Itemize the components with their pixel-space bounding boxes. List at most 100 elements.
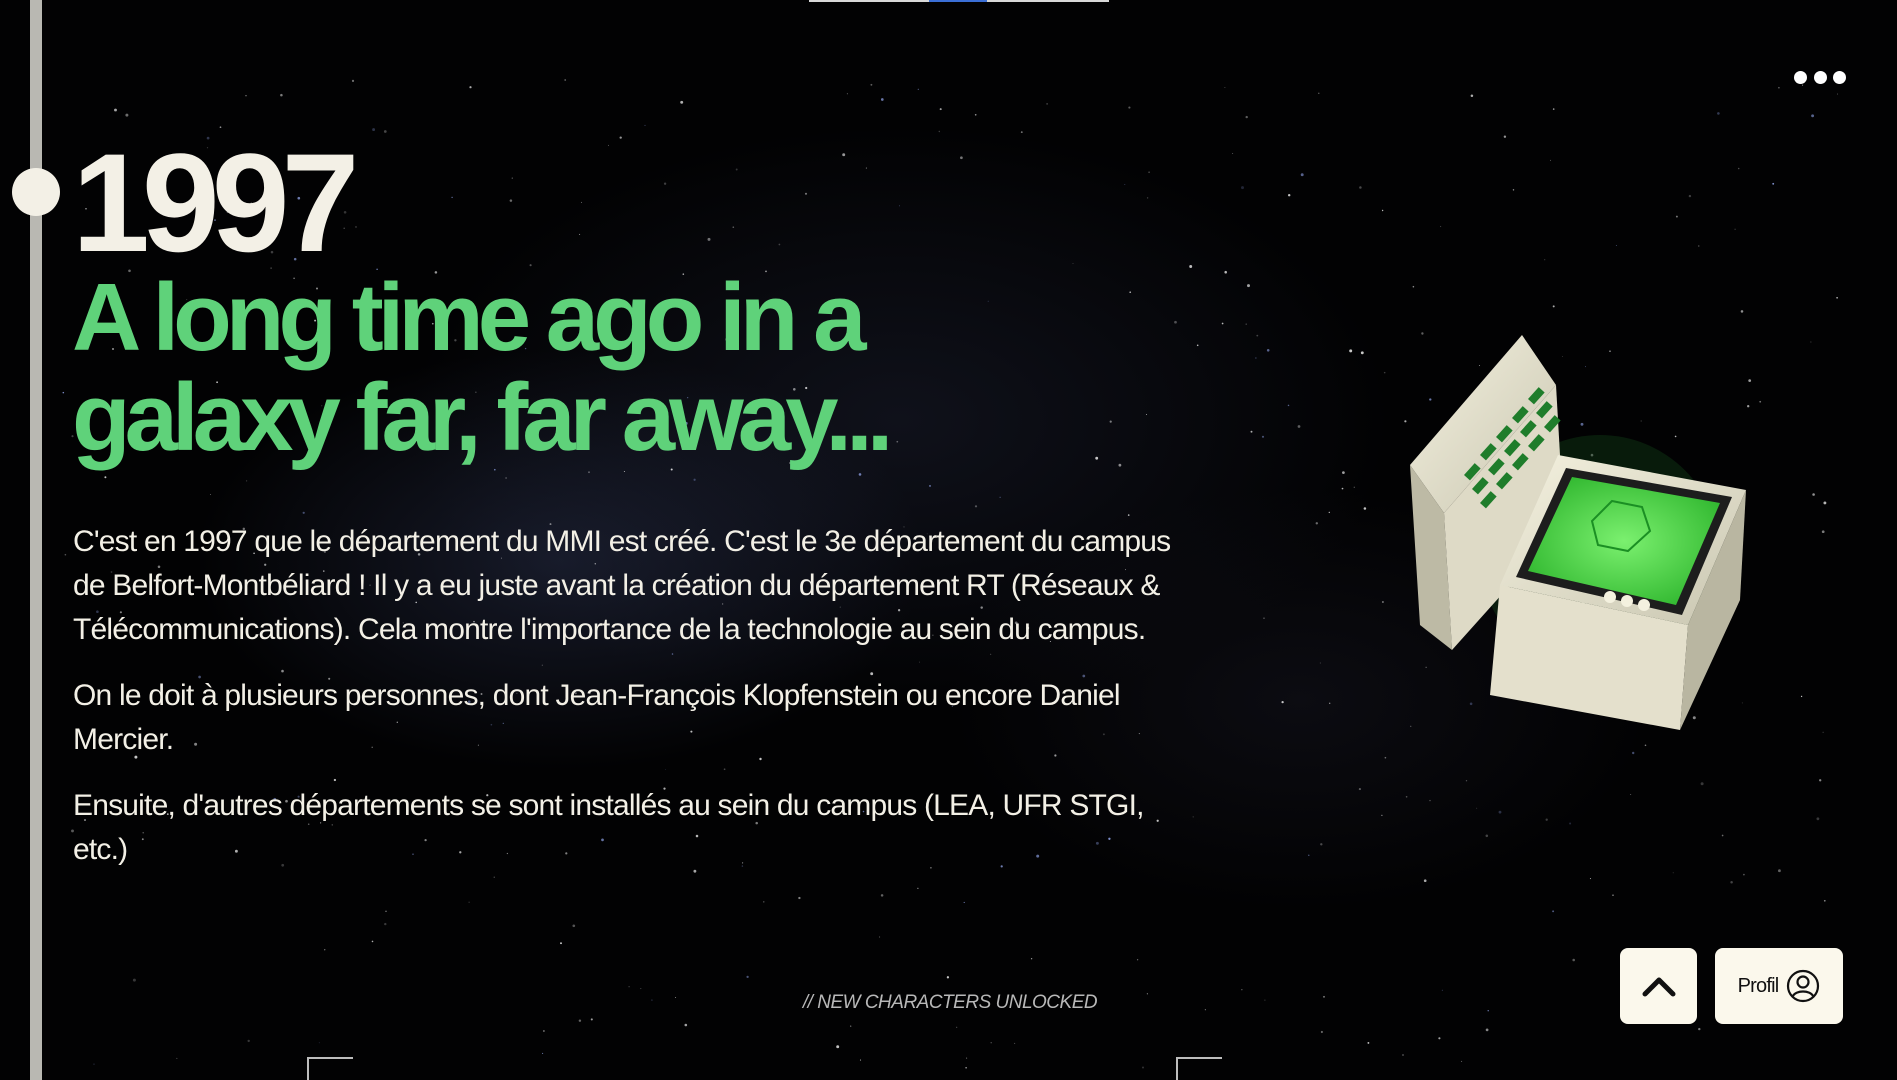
star	[1698, 1027, 1701, 1031]
more-menu-button[interactable]	[1794, 62, 1846, 92]
star	[963, 901, 965, 903]
star	[859, 1059, 862, 1061]
star	[1020, 131, 1023, 134]
star	[707, 237, 711, 241]
star	[798, 896, 801, 900]
star	[1465, 780, 1468, 782]
star	[1440, 225, 1442, 228]
star	[371, 940, 374, 943]
star	[372, 128, 376, 132]
retro-computer-illustration	[1410, 335, 1746, 730]
star	[1476, 807, 1478, 809]
star	[929, 484, 931, 487]
star	[804, 192, 808, 195]
star	[1512, 189, 1515, 191]
star	[385, 910, 387, 913]
star	[1688, 194, 1692, 198]
star	[1485, 834, 1489, 838]
star	[946, 976, 950, 979]
star	[1470, 94, 1474, 97]
star	[974, 505, 978, 508]
star	[628, 986, 630, 988]
star	[1261, 435, 1265, 438]
star	[468, 901, 470, 903]
menu-dot	[1813, 70, 1827, 84]
star	[1836, 296, 1838, 299]
timeline-marker[interactable]	[12, 168, 60, 216]
star	[1281, 700, 1284, 704]
star	[1612, 894, 1614, 897]
profile-button[interactable]: Profil	[1715, 948, 1843, 1024]
year-title: 1997	[72, 124, 359, 281]
star	[351, 79, 355, 82]
star	[1224, 270, 1227, 274]
star	[1255, 357, 1257, 359]
star	[1405, 795, 1408, 798]
star	[1046, 103, 1048, 105]
star	[1423, 879, 1427, 883]
star	[1308, 854, 1310, 856]
star	[1672, 872, 1674, 874]
star	[732, 226, 735, 228]
star	[1363, 507, 1367, 510]
scroll-to-top-button[interactable]	[1620, 948, 1697, 1024]
star	[1544, 259, 1546, 261]
star	[1381, 814, 1383, 817]
star	[850, 1025, 852, 1027]
star	[1264, 999, 1266, 1001]
star	[1287, 404, 1290, 407]
star	[384, 922, 387, 926]
star	[1146, 197, 1149, 199]
star	[1128, 106, 1131, 109]
star	[865, 167, 867, 169]
star	[1287, 193, 1291, 197]
star	[560, 942, 562, 945]
star	[1329, 702, 1331, 704]
star	[210, 493, 211, 495]
star	[1811, 114, 1815, 118]
star	[1569, 822, 1572, 825]
star	[1381, 209, 1384, 212]
star	[858, 473, 862, 476]
star	[879, 936, 881, 938]
star	[511, 177, 513, 179]
star	[1822, 731, 1824, 733]
star	[1072, 262, 1074, 264]
star	[693, 478, 696, 481]
star	[542, 1052, 544, 1054]
star	[1353, 486, 1355, 488]
star	[1192, 816, 1194, 818]
star	[1367, 1041, 1370, 1044]
star	[1800, 695, 1803, 698]
star	[1630, 794, 1632, 796]
star	[1429, 799, 1431, 802]
star	[543, 1030, 545, 1032]
star	[778, 243, 781, 246]
star	[956, 1026, 958, 1028]
star	[132, 978, 136, 982]
star	[1778, 86, 1780, 89]
star	[1552, 108, 1555, 110]
star	[1349, 349, 1353, 353]
top-progress-bar	[809, 0, 1109, 2]
star	[1730, 881, 1733, 884]
star	[245, 480, 248, 482]
star	[1247, 284, 1250, 288]
star	[104, 476, 107, 479]
star	[763, 901, 765, 903]
star	[990, 1041, 992, 1044]
star	[302, 511, 305, 514]
star	[1438, 1037, 1441, 1040]
star	[1342, 471, 1345, 474]
star	[1221, 322, 1224, 325]
star	[509, 199, 513, 202]
timeline-rail	[30, 0, 42, 1080]
star	[64, 553, 67, 556]
star	[640, 988, 642, 990]
star	[1717, 112, 1720, 115]
star	[1498, 810, 1502, 814]
star	[1318, 92, 1320, 94]
star	[1384, 756, 1387, 759]
star	[1441, 989, 1443, 991]
star	[1402, 1054, 1404, 1056]
